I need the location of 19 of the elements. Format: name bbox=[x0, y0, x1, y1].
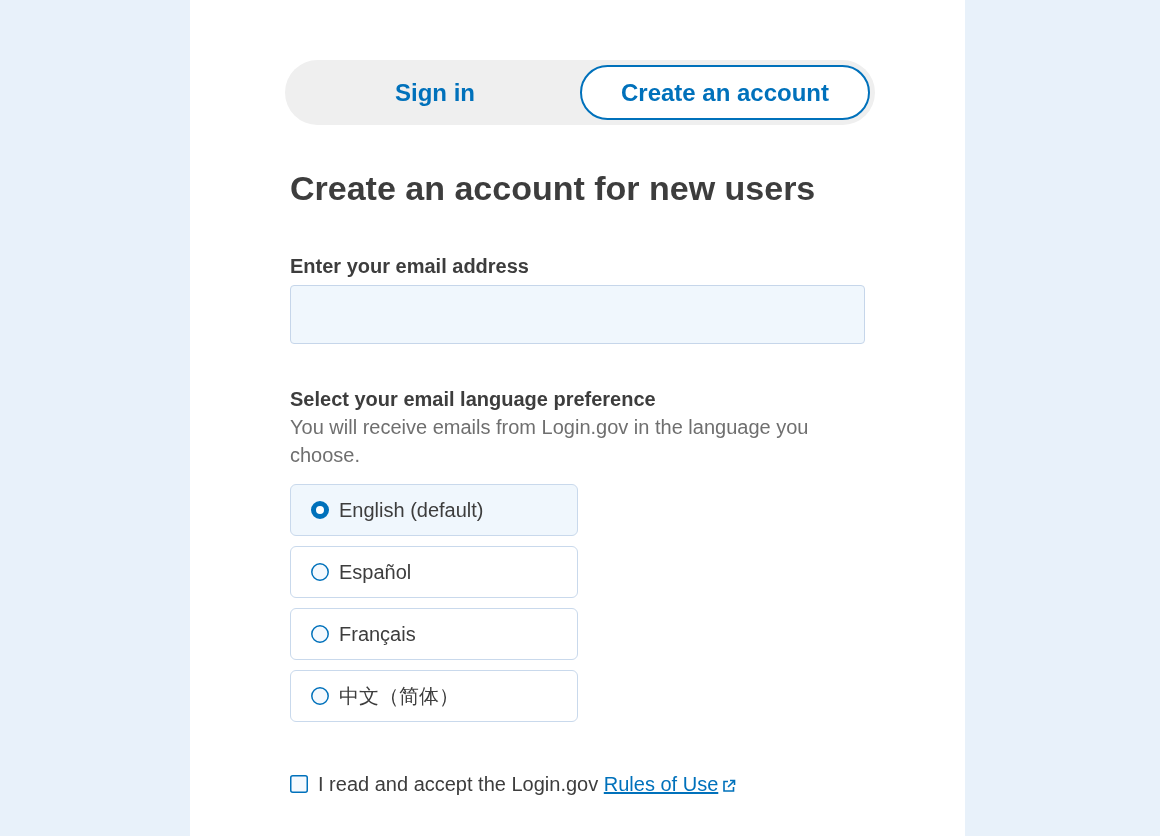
language-label: Select your email language preference bbox=[290, 387, 657, 411]
rules-of-use-link[interactable]: Rules of Use bbox=[603, 773, 737, 795]
page-heading: Create an account for new users bbox=[290, 168, 817, 208]
language-option[interactable]: English (default) bbox=[290, 484, 578, 536]
radio-icon[interactable] bbox=[311, 563, 329, 581]
terms-label: I read and accept the Login.gov Rules of Use bbox=[318, 770, 737, 798]
email-input[interactable] bbox=[290, 285, 865, 344]
email-label: Enter your email address bbox=[290, 254, 530, 278]
radio-selected-icon[interactable] bbox=[311, 501, 329, 519]
language-option[interactable]: 中文（简体） bbox=[290, 670, 578, 722]
language-option[interactable]: Français bbox=[290, 608, 578, 660]
tab[interactable]: Create an account bbox=[580, 65, 870, 120]
checkbox[interactable] bbox=[290, 775, 308, 793]
language-option[interactable]: Español bbox=[290, 546, 578, 598]
radio-icon[interactable] bbox=[311, 625, 329, 643]
external-link-icon bbox=[722, 779, 737, 793]
tab[interactable]: Sign in bbox=[290, 65, 580, 120]
radio-icon[interactable] bbox=[311, 687, 329, 705]
language-hint: You will receive emails from Login.gov in the language you choose. bbox=[290, 415, 810, 468]
